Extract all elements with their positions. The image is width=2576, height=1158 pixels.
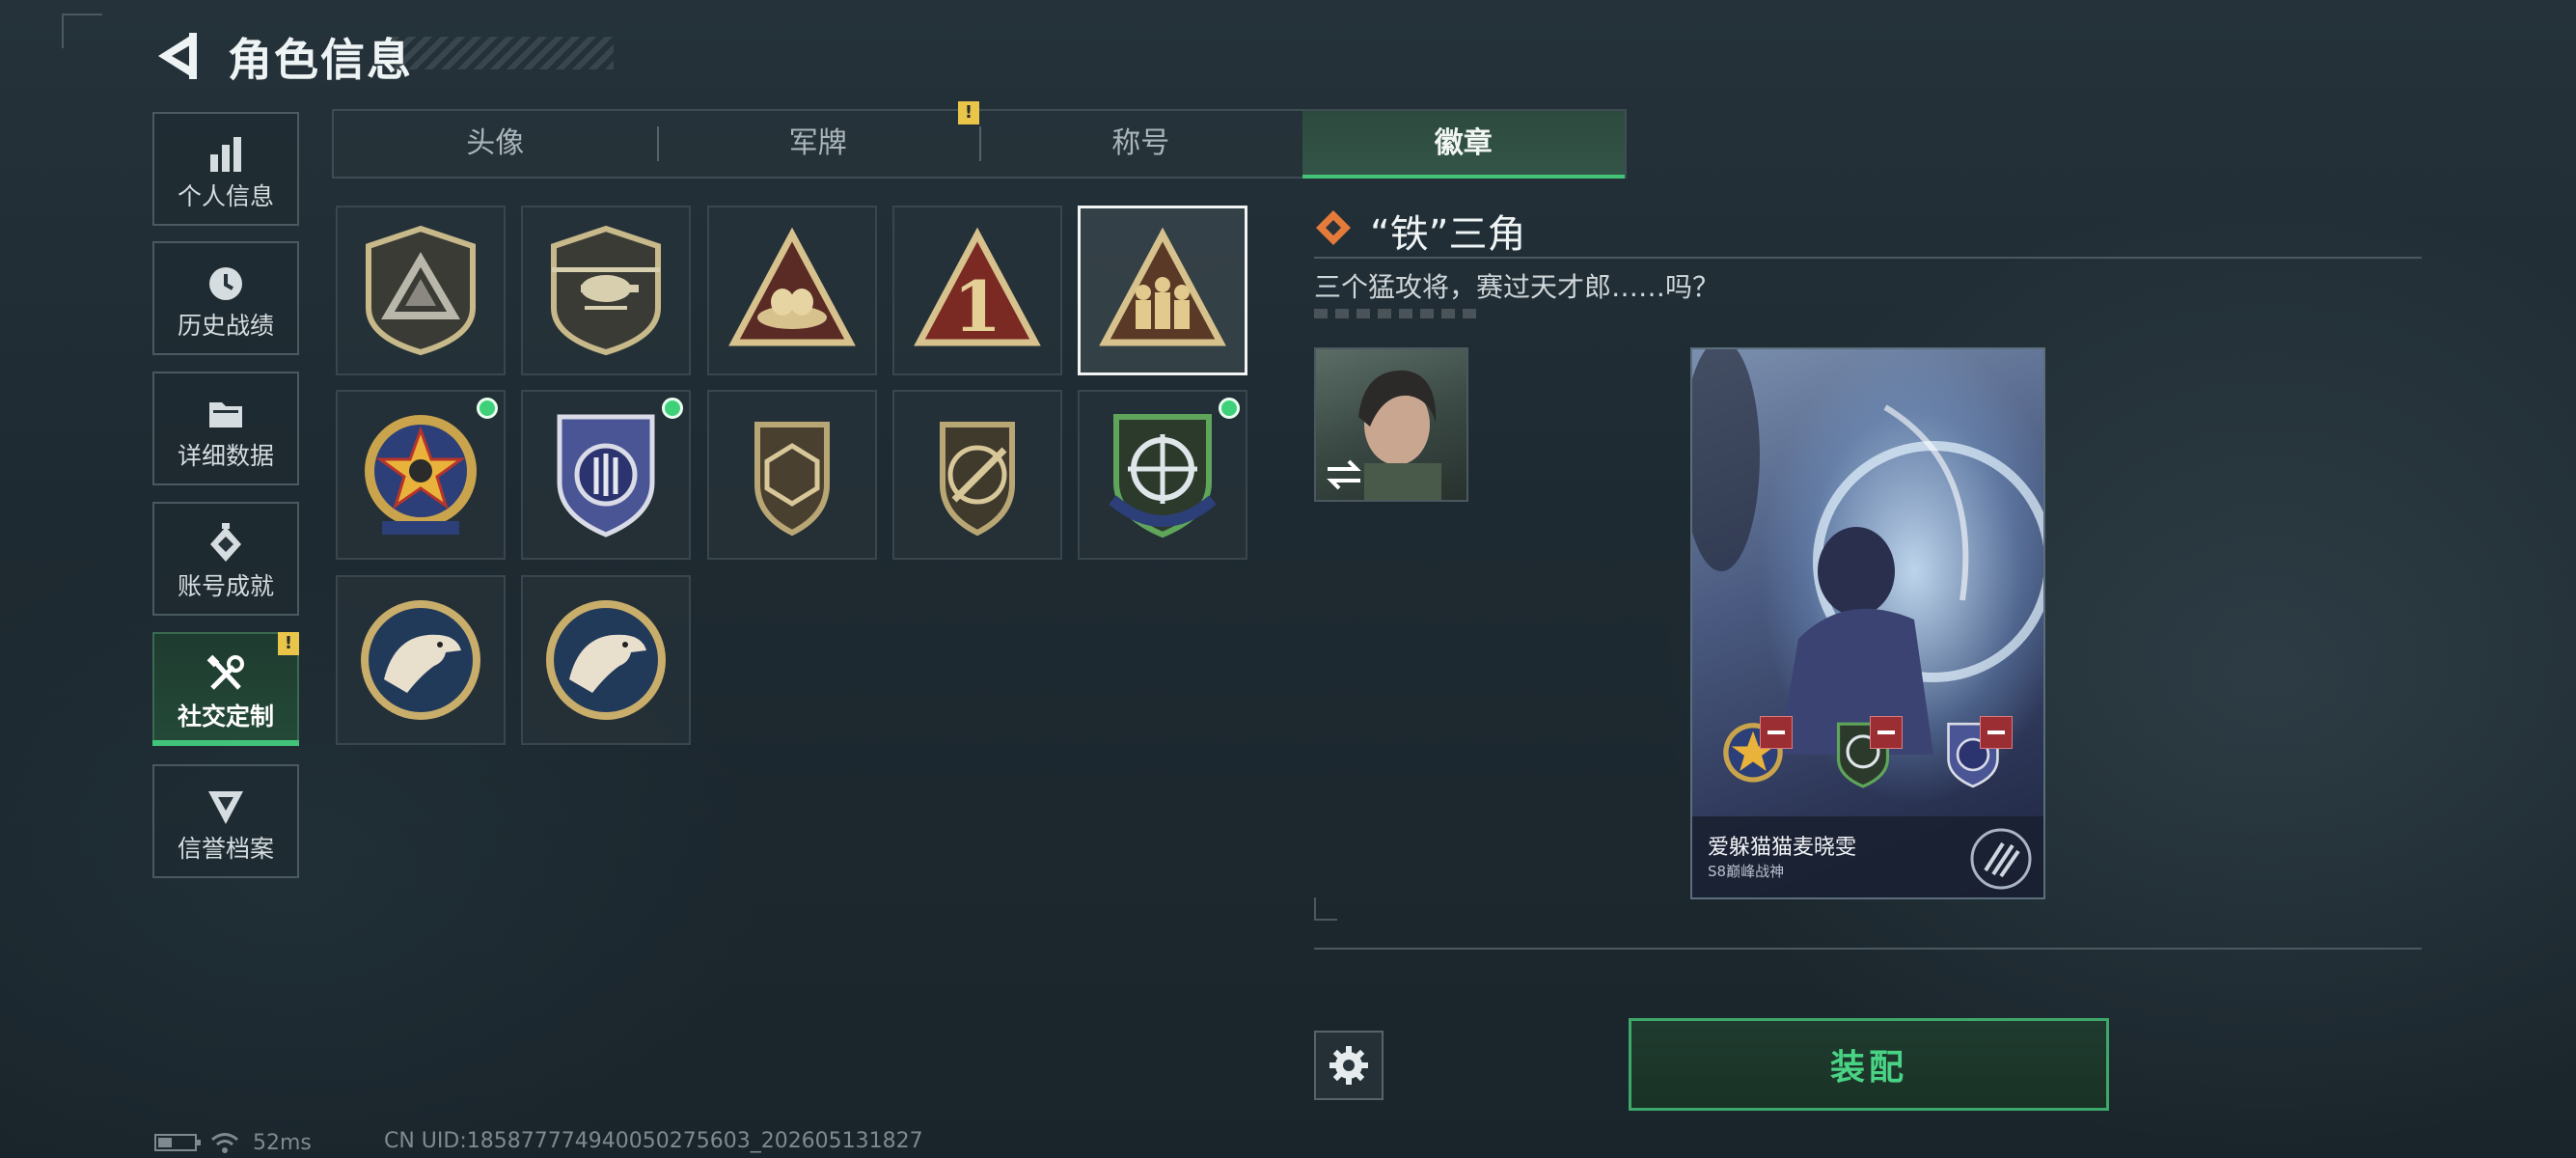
badge-name: “铁”三角 [1370,212,1526,257]
new-indicator-dot [477,398,498,419]
battery-icon [154,1134,201,1151]
divider [1314,948,2422,950]
tab-badge[interactable]: 徽章 [1302,111,1625,179]
badge-cell[interactable] [336,206,506,375]
ping-value: 52ms [253,1130,312,1155]
back-arrow-icon[interactable] [152,29,201,83]
triangle-shield-badge-icon [366,225,476,356]
tab-bar: 头像 军牌 ! 称号 徽章 [332,101,1627,179]
remove-badge-button[interactable] [1760,716,1793,749]
eagle-round-badge-icon [546,600,666,720]
badge-cell[interactable] [707,206,877,375]
card-character-art [1692,349,2043,755]
tab-avatar[interactable]: 头像 [334,111,657,177]
achievement-icon [210,523,241,562]
nest-triangle-badge-icon [728,227,856,346]
tab-dog-tag[interactable]: 军牌 ! [656,101,979,177]
folder-icon [209,402,242,427]
badge-cell[interactable]: 1 [892,206,1062,375]
sidebar-item-label: 账号成就 [177,572,274,600]
wifi-icon [211,1133,238,1153]
page-title: 角色信息 [228,34,413,86]
equipped-badge-slot[interactable] [1719,716,1793,799]
wing-shield-badge-icon [557,414,655,538]
sidebar-item-detailed-data[interactable]: 详细数据 [152,372,299,485]
sidebar-item-history[interactable]: 历史战绩 [152,241,299,355]
clock-icon [209,267,242,300]
badge-cell-selected[interactable] [1078,206,1247,375]
sidebar-item-label: 信誉档案 [177,835,274,863]
hexagon-shield-badge-icon [754,422,830,537]
player-avatar[interactable] [1314,347,1468,502]
card-player-rank: S8巅峰战神 [1708,863,1785,880]
decorative-frame-corner [62,14,102,48]
badge-cell[interactable] [521,206,691,375]
badge-cell[interactable] [1078,390,1247,560]
alert-badge: ! [278,632,299,655]
sidebar-item-label: 历史战绩 [177,312,274,340]
player-card-preview: 爱躲猫猫麦晓雯 S8巅峰战神 [1690,347,2045,899]
tools-icon [206,654,244,690]
crosshair-shield-badge-icon [1109,414,1217,538]
badge-cell[interactable] [707,390,877,560]
card-player-name: 爱躲猫猫麦晓雯 [1708,836,1857,860]
iron-triangle-soldiers-badge-icon [1099,227,1226,346]
status-bar: 52ms [154,1129,312,1156]
number-one-triangle-badge-icon: 1 [914,227,1041,347]
equipped-badge-slot[interactable] [1829,716,1903,799]
page-header: 角色信息 [152,21,654,89]
badge-description: 三个猛攻将，赛过天才郎……吗？ [1314,271,1720,303]
badge-cell[interactable] [336,575,506,745]
sidebar-item-achievements[interactable]: 账号成就 [152,502,299,616]
badge-cell[interactable] [521,575,691,745]
user-uid: CN UID:185877774940050275603_20260513182… [384,1129,923,1153]
sidebar-item-credit[interactable]: 信誉档案 [152,764,299,878]
sidebar-item-label: 个人信息 [177,182,274,210]
rifle-shield-badge-icon [940,422,1015,537]
badge-rarity-icon [1316,210,1351,245]
badge-cell[interactable] [892,390,1062,560]
gear-icon [1329,1046,1368,1085]
equip-button[interactable]: 装配 [1629,1018,2109,1111]
svg-text:1: 1 [953,265,1001,347]
swap-icon[interactable] [1324,457,1364,492]
settings-button[interactable] [1314,1031,1384,1100]
tab-title[interactable]: 称号 [979,111,1302,177]
star-round-badge-icon [365,415,477,535]
sidebar-item-social-custom[interactable]: 社交定制 ! [152,632,299,746]
credit-icon [208,791,243,824]
sidebar-item-personal-info[interactable]: 个人信息 [152,112,299,226]
new-indicator-dot [1219,398,1240,419]
sidebar-item-label: 详细数据 [177,442,274,470]
remove-badge-button[interactable] [1980,716,2013,749]
sidebar-item-label: 社交定制 [177,703,274,731]
divider [1314,257,2422,259]
alert-badge: ! [958,101,979,124]
helicopter-shield-badge-icon [551,225,661,356]
tab-label: 军牌 [788,126,847,160]
card-footer: 爱躲猫猫麦晓雯 S8巅峰战神 [1692,816,2043,897]
rank-emblem-icon [1970,828,2032,890]
bar-chart-icon [210,137,241,172]
decorative-frame-corner [1314,897,1337,921]
badge-cell[interactable] [336,390,506,560]
remove-badge-button[interactable] [1870,716,1903,749]
eagle-round-badge-icon [361,600,480,720]
title-decoration [392,37,614,69]
new-indicator-dot [662,398,683,419]
equipped-badge-slot[interactable] [1939,716,2013,799]
badge-cell[interactable] [521,390,691,560]
description-decoration [1314,309,1478,318]
